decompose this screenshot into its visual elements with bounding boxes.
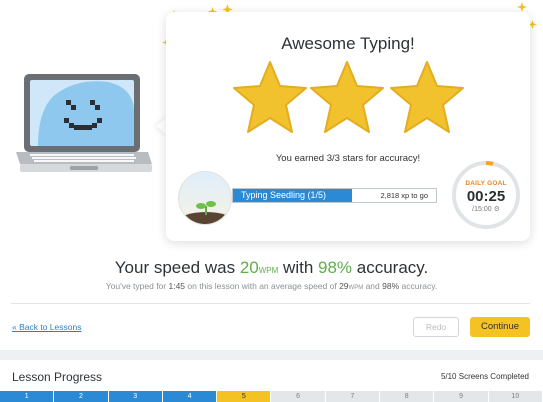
detail-text: and [363, 281, 383, 291]
laptop-mascot-icon [16, 74, 152, 172]
detail-time: 1:45 [168, 281, 186, 291]
progress-segment: 8 [380, 391, 435, 402]
xp-remaining: 2,818 xp to go [380, 191, 428, 200]
daily-goal-target: /15:00 ⚙ [451, 205, 521, 213]
progress-segment: 9 [434, 391, 489, 402]
detail-text: on this lesson with an average speed of [185, 281, 340, 291]
progress-segment: 6 [271, 391, 326, 402]
speed-prefix: Your speed was [114, 258, 240, 277]
detail-text: accuracy. [399, 281, 438, 291]
star-icon [233, 61, 307, 133]
seedling-icon [179, 201, 231, 224]
progress-segment[interactable]: 5 [217, 391, 272, 402]
progress-segment[interactable]: 2 [54, 391, 109, 402]
detail-speed: 29 [339, 281, 349, 291]
redo-button[interactable]: Redo [413, 317, 459, 337]
daily-goal-title: DAILY GOAL [465, 180, 507, 187]
seedling-badge [178, 171, 232, 225]
detail-accuracy: 98% [382, 281, 400, 291]
gear-icon[interactable]: ⚙ [494, 206, 500, 213]
progress-segment[interactable]: 3 [108, 391, 163, 402]
progress-segment[interactable]: 4 [162, 391, 218, 402]
progress-segment[interactable]: 1 [0, 391, 55, 402]
detail-text: You've typed for [105, 281, 169, 291]
progress-segment: 10 [488, 391, 543, 402]
lesson-progress-panel: Lesson Progress 5/10 Screens Completed 1… [0, 360, 543, 402]
lesson-detail: You've typed for 1:45 on this lesson wit… [0, 281, 543, 291]
screens-completed-count: 5/10 Screens Completed [440, 372, 529, 381]
daily-goal-target-value: /15:00 [472, 206, 492, 213]
daily-goal-time: 00:25 [466, 188, 506, 205]
speed-value: 20 [239, 258, 259, 277]
lesson-progress-segments: 1 2 3 4 5 6 7 8 9 10 [0, 391, 543, 402]
speed-suffix: accuracy. [352, 258, 429, 277]
accuracy-value: 98% [318, 258, 353, 277]
back-to-lessons-link[interactable]: « Back to Lessons [12, 322, 81, 332]
star-icon [310, 61, 384, 133]
continue-button[interactable]: Continue [470, 317, 530, 337]
detail-unit: WPM [348, 285, 364, 291]
card-title: Awesome Typing! [281, 34, 415, 53]
progress-segment: 7 [325, 391, 381, 402]
speed-middle: with [278, 258, 318, 277]
sparkle-icon [517, 2, 527, 12]
star-icon [390, 61, 464, 133]
lesson-progress-title: Lesson Progress [12, 370, 103, 384]
stars-rating [233, 61, 464, 133]
speed-summary: Your speed was 20WPM with 98% accuracy. [0, 258, 543, 278]
divider [11, 303, 530, 304]
level-label: Typing Seedling (1/5) [241, 190, 327, 200]
speed-unit: WPM [258, 266, 279, 275]
level-progress-bar: Typing Seedling (1/5) 2,818 xp to go [232, 188, 437, 203]
